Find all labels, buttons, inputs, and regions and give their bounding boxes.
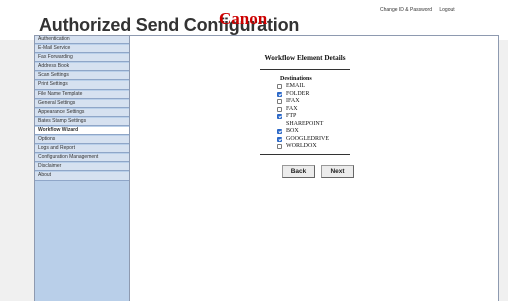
top-links: Change ID & Password Logout (380, 7, 461, 13)
option-folder: FOLDER (277, 91, 354, 99)
option-googledrive: GOOGLEDRIVE (277, 136, 354, 144)
option-label: SHAREPOINT (286, 120, 324, 127)
option-label: FAX (286, 105, 298, 112)
option-label: FTP (286, 113, 297, 120)
canon-logo: Canon (219, 9, 268, 28)
sidebar-item-workflow-wizard[interactable]: Workflow Wizard (35, 126, 129, 136)
option-label: IFAX (286, 98, 300, 105)
sidebar-item-about[interactable]: About (35, 172, 129, 181)
change-id-password-link[interactable]: Change ID & Password (380, 7, 432, 13)
page-header: Authorized Send Configuration Canon Chan… (0, 0, 508, 40)
sidebar-item-appearance-settings[interactable]: Appearance Settings (35, 108, 129, 117)
option-label: EMAIL (286, 83, 305, 90)
button-row: Back Next (282, 164, 354, 178)
divider (260, 153, 350, 155)
option-label: GOOGLEDRIVE (286, 135, 329, 142)
sidebar-item-email-service[interactable]: E-Mail Service (35, 45, 129, 54)
panel-title: Workflow Element Details (264, 54, 346, 62)
option-ftp: FTP (277, 113, 354, 121)
sidebar-item-bates-stamp-settings[interactable]: Bates Stamp Settings (35, 117, 129, 126)
sidebar: Authentication E-Mail Service Fax Forwar… (35, 36, 130, 301)
option-label: WORLDOX (286, 143, 317, 150)
option-box: BOX (277, 128, 354, 136)
option-sharepoint: SHAREPOINT (277, 121, 354, 129)
option-fax: FAX (277, 106, 354, 114)
option-ifax: IFAX (277, 98, 354, 106)
ftp-checkbox[interactable] (277, 114, 282, 120)
sidebar-item-general-settings[interactable]: General Settings (35, 99, 129, 108)
sidebar-item-file-name-template[interactable]: File Name Template (35, 90, 129, 99)
sidebar-item-fax-forwarding[interactable]: Fax Forwarding (35, 54, 129, 63)
option-label: FOLDER (286, 90, 310, 97)
content-area: Workflow Element Details Destinations EM… (130, 36, 499, 301)
logout-link[interactable]: Logout (439, 7, 454, 13)
sidebar-item-logs-and-report[interactable]: Logs and Report (35, 145, 129, 154)
email-checkbox[interactable] (277, 84, 282, 90)
divider (260, 69, 350, 70)
sidebar-item-address-book[interactable]: Address Book (35, 63, 129, 72)
box-checkbox[interactable] (277, 129, 282, 135)
googledrive-checkbox[interactable] (277, 136, 282, 142)
option-label: BOX (286, 128, 299, 135)
sidebar-item-scan-settings[interactable]: Scan Settings (35, 72, 129, 81)
sidebar-item-print-settings[interactable]: Print Settings (35, 81, 129, 90)
ifax-checkbox[interactable] (277, 99, 282, 105)
main-frame: Authentication E-Mail Service Fax Forwar… (34, 35, 499, 301)
workflow-element-panel: Workflow Element Details Destinations EM… (256, 54, 354, 178)
option-worldox: WORLDOX (277, 143, 354, 151)
destinations-heading: Destinations (280, 76, 312, 82)
sidebar-item-authentication[interactable]: Authentication (35, 36, 129, 45)
worldox-checkbox[interactable] (277, 144, 282, 150)
next-button[interactable]: Next (321, 164, 354, 178)
sidebar-item-options[interactable]: Options (35, 136, 129, 145)
back-button[interactable]: Back (282, 164, 315, 178)
sidebar-item-configuration-management[interactable]: Configuration Management (35, 154, 129, 163)
option-email: EMAIL (277, 83, 354, 91)
folder-checkbox[interactable] (277, 91, 282, 97)
sidebar-item-disclaimer[interactable]: Disclaimer (35, 163, 129, 172)
fax-checkbox[interactable] (277, 106, 282, 112)
